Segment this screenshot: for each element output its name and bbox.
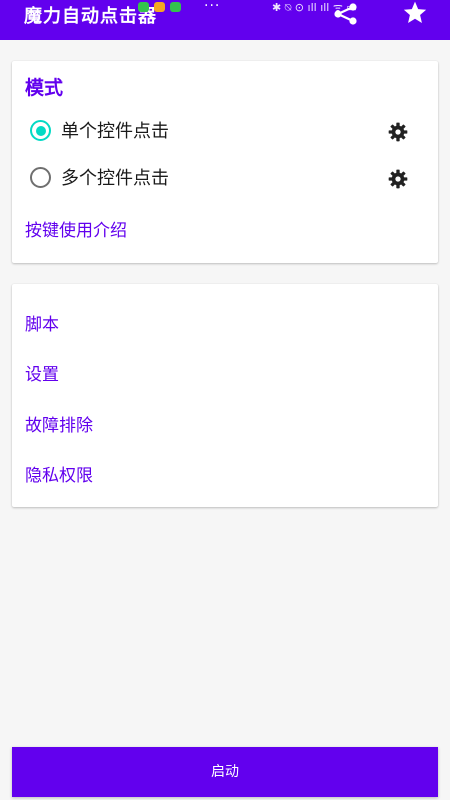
app-notification-icon xyxy=(154,2,165,12)
mode-option-label: 单个控件点击 xyxy=(61,121,169,142)
star-icon[interactable] xyxy=(401,0,429,26)
wechat-notification-icon xyxy=(138,2,149,12)
mode-title: 模式 xyxy=(25,77,64,99)
menu-card: 脚本 设置 故障排除 隐私权限 xyxy=(12,284,438,507)
menu-item-troubleshooting[interactable]: 故障排除 xyxy=(25,411,425,441)
start-button[interactable]: 启动 xyxy=(12,747,438,797)
mode-option-single[interactable]: 单个控件点击 xyxy=(30,116,420,146)
mode-option-label: 多个控件点击 xyxy=(61,168,169,189)
button-usage-guide-link[interactable]: 按键使用介绍 xyxy=(25,216,127,241)
menu-item-scripts[interactable]: 脚本 xyxy=(25,310,425,340)
menu-item-settings[interactable]: 设置 xyxy=(25,360,425,390)
more-notifications-indicator: ··· xyxy=(204,0,221,14)
mode-option-multiple[interactable]: 多个控件点击 xyxy=(30,163,420,193)
share-icon[interactable] xyxy=(332,2,360,26)
menu-item-privacy-permissions[interactable]: 隐私权限 xyxy=(25,461,425,491)
app-bar: 魔力自动点击器 ··· ✱ ⍉ ⊙ ıll ıll ᯤ ▭ xyxy=(0,0,450,40)
radio-button-checked[interactable] xyxy=(30,120,51,141)
notification-icons xyxy=(138,0,181,14)
radio-button-unchecked[interactable] xyxy=(30,167,51,188)
message-notification-icon xyxy=(170,2,181,12)
gear-icon[interactable] xyxy=(388,122,408,142)
mode-card: 模式 单个控件点击 多个控件点击 按键使用介绍 xyxy=(12,61,438,263)
gear-icon[interactable] xyxy=(388,169,408,189)
